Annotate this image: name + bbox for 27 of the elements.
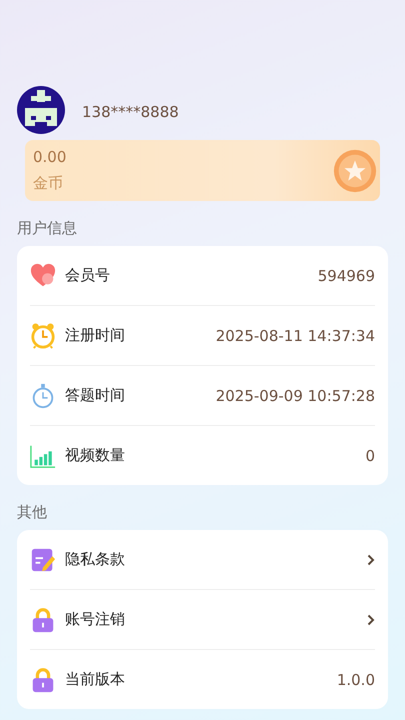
lock-icon [30,666,56,692]
menu-item[interactable]: 账号注销 [30,590,375,650]
row-label: 答题时间 [65,386,126,405]
alarm-clock-icon [30,322,56,348]
chevron-right-icon [367,614,375,626]
row-value: 594969 [318,266,375,284]
row-label: 会员号 [65,266,111,285]
coin-amount: 0.00 [33,148,66,166]
avatar-icon [17,86,65,134]
heart-icon [30,262,56,288]
coin-label: 金币 [33,174,64,193]
lock-icon [30,606,56,632]
row-label: 视频数量 [65,446,126,465]
chevron-right-icon [367,554,375,566]
row-value: 0 [365,446,375,464]
menu-item[interactable]: 隐私条款 [30,530,375,590]
phone-number: 138****8888 [82,103,179,121]
stopwatch-icon [30,382,56,408]
row-label: 当前版本 [65,670,126,689]
section-title: 用户信息 [17,219,78,238]
document-pen-icon [30,546,56,572]
row-value: 1.0.0 [336,670,375,688]
star-coin-icon [332,148,378,194]
row-value: 2025-08-11 14:37:34 [216,326,375,344]
section-title: 其他 [17,503,48,522]
row-label: 注册时间 [65,326,126,345]
row-value: 2025-09-09 10:57:28 [216,386,375,404]
